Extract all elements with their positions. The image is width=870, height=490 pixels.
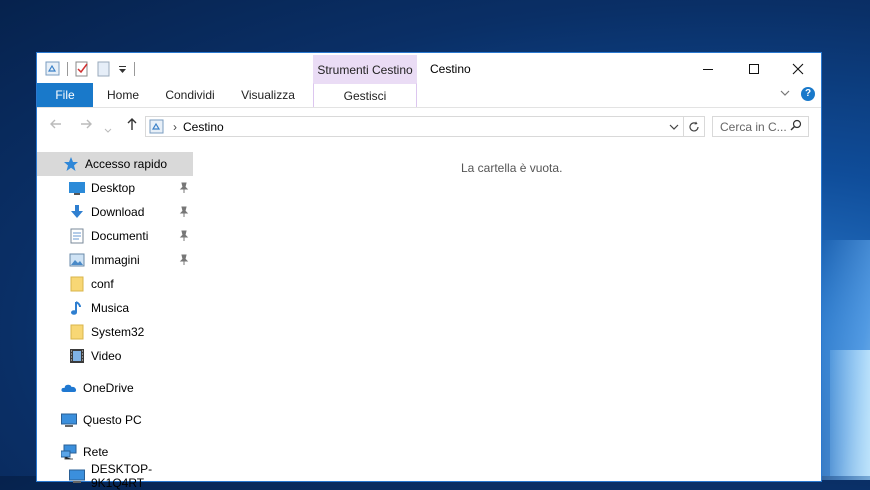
expand-ribbon-icon[interactable] — [779, 87, 791, 101]
nav-item-label: Download — [91, 205, 145, 219]
folder-icon — [69, 324, 85, 340]
context-tab-header: Strumenti Cestino — [313, 55, 417, 85]
properties-icon[interactable] — [74, 61, 90, 77]
nav-item-desktop[interactable]: Desktop — [37, 176, 193, 200]
nav-item-quick-access[interactable]: Accesso rapido — [37, 152, 193, 176]
pin-icon[interactable] — [179, 206, 189, 218]
nav-item-label: Questo PC — [83, 413, 142, 427]
address-bar[interactable]: › Cestino — [145, 116, 705, 137]
address-row: › Cestino Cerca in C... — [37, 108, 821, 142]
title-bar: Strumenti Cestino Cestino — [37, 53, 821, 85]
address-dropdown-icon[interactable] — [669, 120, 679, 134]
recycle-bin-icon — [45, 61, 61, 77]
tab-file[interactable]: File — [37, 83, 93, 107]
nav-item-network[interactable]: Rete — [37, 440, 193, 464]
documents-icon — [69, 228, 85, 244]
nav-item-download[interactable]: Download — [37, 200, 193, 224]
tab-manage[interactable]: Gestisci — [313, 83, 417, 107]
nav-item-system32[interactable]: System32 — [37, 320, 193, 344]
toolbar-separator — [67, 62, 68, 76]
pin-icon[interactable] — [179, 254, 189, 266]
back-button[interactable] — [49, 117, 63, 134]
nav-item-label: conf — [91, 277, 114, 291]
cloud-icon — [61, 380, 77, 396]
nav-item-conf[interactable]: conf — [37, 272, 193, 296]
pin-icon[interactable] — [179, 182, 189, 194]
download-icon — [69, 204, 85, 220]
network-icon — [60, 444, 77, 460]
search-icon[interactable] — [790, 119, 802, 134]
nav-item-label: System32 — [91, 325, 145, 339]
recycle-bin-icon — [149, 119, 165, 135]
folder-icon — [69, 276, 85, 292]
nav-item-this-pc[interactable]: Questo PC — [37, 408, 193, 432]
tab-view[interactable]: Visualizza — [235, 83, 301, 107]
nav-item-label: OneDrive — [83, 381, 134, 395]
customize-toolbar-icon[interactable] — [118, 61, 128, 77]
nav-item-label: Immagini — [91, 253, 140, 267]
forward-button[interactable] — [79, 117, 93, 134]
up-button[interactable] — [125, 117, 139, 134]
nav-item-video[interactable]: Video — [37, 344, 193, 368]
nav-item-pictures[interactable]: Immagini — [37, 248, 193, 272]
new-folder-icon[interactable] — [96, 61, 112, 77]
tab-home[interactable]: Home — [97, 83, 149, 107]
tab-share[interactable]: Condividi — [157, 83, 223, 107]
nav-item-label: Documenti — [91, 229, 149, 243]
search-placeholder: Cerca in C... — [720, 119, 787, 134]
desktop-icon — [69, 180, 85, 196]
recent-locations-button[interactable] — [104, 121, 112, 137]
nav-item-documents[interactable]: Documenti — [37, 224, 193, 248]
file-explorer-window: Strumenti Cestino Cestino File Home Cond… — [36, 52, 822, 490]
nav-item-label: Musica — [91, 301, 130, 315]
navigation-pane: Accesso rapido Desktop Download Document… — [37, 152, 194, 490]
nav-item-network-computer[interactable]: DESKTOP-9K1Q4RT — [37, 462, 193, 490]
star-icon — [63, 156, 79, 172]
computer-icon — [69, 468, 85, 484]
ribbon-tabs: File Home Condividi Visualizza Gestisci … — [37, 83, 821, 108]
help-icon[interactable]: ? — [801, 87, 815, 101]
ribbon-right-controls: ? — [779, 87, 815, 101]
nav-item-onedrive[interactable]: OneDrive — [37, 376, 193, 400]
pin-icon[interactable] — [179, 230, 189, 242]
pictures-icon — [69, 252, 85, 268]
music-icon — [69, 300, 85, 316]
nav-item-music[interactable]: Musica — [37, 296, 193, 320]
nav-item-label: Accesso rapido — [85, 157, 168, 171]
breadcrumb-cestino[interactable]: Cestino — [183, 120, 224, 134]
nav-item-label: Rete — [83, 445, 109, 459]
toolbar-separator — [134, 62, 135, 76]
search-input[interactable]: Cerca in C... — [712, 116, 809, 137]
wallpaper-light-beam — [830, 350, 870, 476]
nav-item-label: DESKTOP-9K1Q4RT — [91, 462, 153, 490]
close-button[interactable] — [775, 53, 821, 83]
video-icon — [69, 348, 85, 364]
breadcrumb-separator[interactable]: › — [173, 120, 177, 134]
window-title: Cestino — [430, 62, 471, 76]
nav-item-label: Video — [91, 349, 122, 363]
maximize-button[interactable] — [731, 53, 777, 83]
refresh-button[interactable] — [683, 117, 704, 136]
computer-icon — [61, 412, 77, 428]
empty-folder-message: La cartella è vuota. — [461, 161, 563, 175]
minimize-button[interactable] — [685, 53, 731, 83]
nav-item-label: Desktop — [91, 181, 136, 195]
quick-access-toolbar — [45, 59, 141, 79]
